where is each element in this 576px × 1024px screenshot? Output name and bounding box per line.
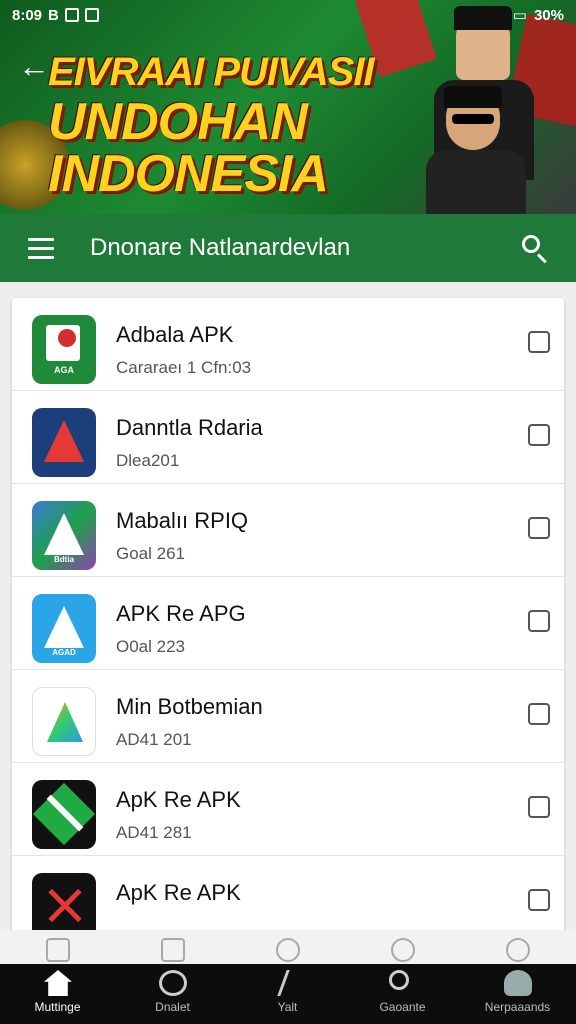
- notification-icon: [64, 8, 79, 22]
- select-checkbox[interactable]: [528, 796, 550, 818]
- home-icon: [44, 970, 72, 996]
- list-item[interactable]: Danntla Rdaria Dlea201: [12, 391, 564, 484]
- screen: 8:09 B ◌ ◠ ▮ ▭ 30% ← EIVRAAI PUIVASII UN…: [0, 0, 576, 1024]
- nav-item-edit[interactable]: Yalt: [230, 930, 345, 1024]
- status-indicator: B: [48, 6, 59, 24]
- app-bar: Dnonare Natlanardevlan: [0, 214, 576, 282]
- app-name: Danntla Rdaria: [116, 415, 263, 440]
- banner-people-illustration: [426, 0, 566, 214]
- nav-label: Dnalet: [155, 1000, 190, 1014]
- app-name: Mabalıı RPIQ: [116, 508, 249, 533]
- bottom-navigation: Muttinge Dnalet Yalt Gaoante Nerpaaands: [0, 930, 576, 1024]
- app-icon-a-navy: [32, 408, 96, 477]
- app-subtitle: AD41 201: [116, 730, 192, 749]
- nav-item-home[interactable]: Muttinge: [0, 930, 115, 1024]
- nav-item-search[interactable]: Gaoante: [345, 930, 460, 1024]
- select-checkbox[interactable]: [528, 424, 550, 446]
- app-name: ApK Re APK: [116, 787, 241, 812]
- list-item[interactable]: ApK Re APK: [12, 856, 564, 938]
- list-item[interactable]: ApK Re APK AD41 281: [12, 763, 564, 856]
- app-icon-x-red: [32, 873, 96, 938]
- status-time: 8:09: [12, 6, 43, 24]
- app-subtitle: AD41 281: [116, 823, 192, 842]
- app-name: Min Botbemian: [116, 694, 263, 719]
- app-icon-a-gradient: Bdtia: [32, 501, 96, 570]
- app-name: APK Re APG: [116, 601, 246, 626]
- app-bar-title: Dnonare Natlanardevlan: [90, 234, 351, 261]
- app-subtitle: Cararaeı 1 Cfn:03: [116, 358, 252, 377]
- menu-icon[interactable]: [28, 237, 54, 259]
- app-subtitle: O0al 223: [116, 637, 185, 656]
- select-checkbox[interactable]: [528, 610, 550, 632]
- nav-label: Nerpaaands: [484, 1000, 551, 1014]
- profile-icon: [504, 970, 532, 996]
- promo-banner: 8:09 B ◌ ◠ ▮ ▭ 30% ← EIVRAAI PUIVASII UN…: [0, 0, 576, 214]
- app-icon-p-green: AGA: [32, 315, 96, 384]
- nav-label: Gaoante: [379, 1000, 426, 1014]
- headline-line-2: UNDOHAN INDONESIA: [48, 93, 329, 203]
- nav-label: Muttinge: [34, 1000, 81, 1014]
- select-checkbox[interactable]: [528, 889, 550, 911]
- select-checkbox[interactable]: [528, 703, 550, 725]
- app-icon-x-green: [32, 780, 96, 849]
- app-icon-a-blue: AGAD: [32, 594, 96, 663]
- headline-line-1: EIVRAAI PUIVASII: [48, 50, 375, 94]
- nav-item-explore[interactable]: Dnalet: [115, 930, 230, 1024]
- select-checkbox[interactable]: [528, 517, 550, 539]
- list-item[interactable]: AGA Adbala APK Cararaeı 1 Cfn:03: [12, 298, 564, 391]
- app-name: Adbala APK: [116, 322, 234, 347]
- app-subtitle: Dlea201: [116, 451, 180, 470]
- list-item[interactable]: Min Botbemian AD41 201: [12, 670, 564, 763]
- edit-icon: [277, 970, 297, 996]
- search-icon: [389, 970, 409, 990]
- banner-headline: EIVRAAI PUIVASII UNDOHAN INDONESIA: [48, 52, 468, 200]
- app-icon-a-color: [32, 687, 96, 756]
- app-subtitle: Goal 261: [116, 544, 185, 563]
- app-name: ApK Re APK: [116, 880, 241, 905]
- list-item[interactable]: Bdtia Mabalıı RPIQ Goal 261: [12, 484, 564, 577]
- back-arrow-icon[interactable]: ←: [18, 50, 50, 82]
- explore-icon: [159, 970, 187, 996]
- search-icon[interactable]: [520, 233, 550, 264]
- select-checkbox[interactable]: [528, 331, 550, 353]
- notification-icon: [84, 8, 99, 22]
- list-item[interactable]: AGAD APK Re APG O0al 223: [12, 577, 564, 670]
- app-list: AGA Adbala APK Cararaeı 1 Cfn:03 Danntla…: [12, 298, 564, 938]
- nav-label: Yalt: [277, 1000, 298, 1014]
- nav-item-profile[interactable]: Nerpaaands: [460, 930, 575, 1024]
